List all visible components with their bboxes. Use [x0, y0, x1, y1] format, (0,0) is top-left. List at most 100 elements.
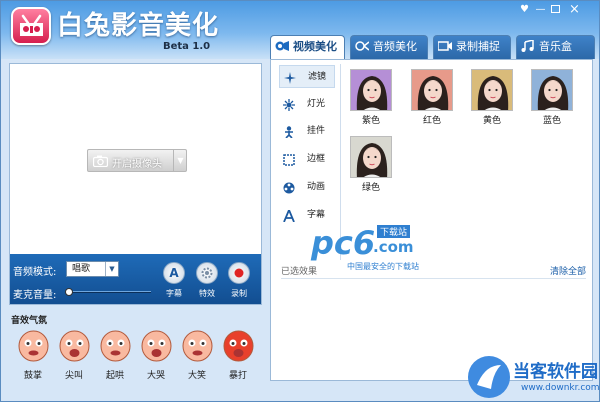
tab-video-beautify[interactable]: 视频美化: [270, 35, 345, 60]
selected-effects-header: 已选效果 清除全部: [281, 264, 586, 279]
camera-preview-panel: 开启摄像头 ▼ 音频模式: 唱歌 ▼ 麦克音量: A 字幕 特效 录制: [9, 63, 262, 305]
tab-audio-beautify[interactable]: 音频美化: [350, 35, 428, 59]
sound-effect-label: 大笑: [187, 371, 206, 381]
cartoon-face-icon: [223, 329, 254, 362]
maximize-button[interactable]: [551, 5, 560, 13]
cartoon-face-icon: [59, 329, 90, 362]
filter-label: 绿色: [361, 183, 380, 193]
portrait-preview-image: [471, 69, 513, 111]
downkr-title: 当客软件园: [513, 362, 598, 382]
downkr-watermark: 当客软件园 www.downkr.com: [467, 353, 600, 401]
gear-icon: [201, 267, 213, 279]
tab-label: 音频美化: [373, 40, 417, 53]
effects-panel: 滤镜 灯光 挂件 边框 动画 字幕 紫色 红色 黄色 蓝色 绿色 pc6 .com 下载站 中国最…: [270, 59, 593, 381]
filter-thumbnail[interactable]: 红色: [411, 69, 453, 131]
sound-effect-label: 暴打: [228, 371, 247, 381]
app-logo-icon: [11, 7, 51, 45]
record-button[interactable]: [228, 262, 250, 284]
sound-effect-item[interactable]: 大笑: [179, 329, 215, 381]
sound-effect-item[interactable]: 尖叫: [56, 329, 92, 381]
portrait-preview-image: [411, 69, 453, 111]
pc6-tld: .com: [373, 238, 414, 256]
filter-label: 紫色: [361, 116, 380, 126]
light-burst-icon: [283, 98, 295, 111]
video-icon: [275, 41, 289, 51]
subtitle-button[interactable]: A: [163, 262, 185, 284]
tab-label: 视频美化: [293, 40, 337, 53]
chevron-down-icon[interactable]: ▼: [173, 150, 187, 171]
camera-icon: [93, 155, 108, 167]
sound-effect-label: 尖叫: [64, 371, 83, 381]
cartoon-face-icon: [100, 329, 131, 362]
side-menu-item[interactable]: 滤镜: [279, 65, 335, 88]
side-menu-label: 挂件: [307, 126, 326, 136]
filter-thumbnail[interactable]: 蓝色: [531, 69, 573, 131]
sound-effect-label: 大哭: [146, 371, 165, 381]
audio-mode-value: 唱歌: [72, 264, 91, 274]
sound-effects-title: 音效气氛: [11, 316, 48, 326]
side-menu-label: 滤镜: [308, 72, 327, 82]
pendant-figure-icon: [283, 125, 295, 139]
mic-volume-knob[interactable]: [65, 288, 73, 296]
filter-thumbnail[interactable]: 紫色: [350, 69, 392, 131]
pc6-brand: pc6: [311, 224, 376, 262]
sound-effect-item[interactable]: 暴打: [220, 329, 256, 381]
side-menu-label: 动画: [307, 182, 326, 192]
portrait-preview-image: [531, 69, 573, 111]
close-button[interactable]: ×: [568, 3, 581, 16]
mic-volume-slider[interactable]: [66, 291, 151, 293]
tab-label: 音乐盒: [539, 40, 572, 53]
audio-mode-label: 音频模式:: [13, 267, 57, 278]
pc6-badge: 下载站: [377, 225, 411, 238]
sound-effect-item[interactable]: 大哭: [138, 329, 174, 381]
side-menu-item[interactable]: 灯光: [279, 93, 335, 116]
portrait-preview-image: [350, 69, 392, 111]
sound-effect-label: 鼓掌: [23, 371, 42, 381]
portrait-preview-image: [350, 136, 392, 178]
film-reel-icon: [283, 181, 295, 194]
letter-a-icon: [283, 207, 295, 223]
clear-all-link[interactable]: 清除全部: [550, 264, 586, 277]
open-camera-label: 开启摄像头: [112, 159, 162, 170]
record-icon: [438, 41, 452, 51]
filter-thumbnail[interactable]: 绿色: [350, 136, 392, 198]
mic-volume-label: 麦克音量:: [13, 290, 57, 301]
side-menu-label: 边框: [307, 154, 326, 164]
selected-effects-label: 已选效果: [281, 267, 318, 277]
filter-label: 黄色: [482, 116, 501, 126]
record-button-label: 录制: [231, 289, 247, 298]
audio-icon: [355, 41, 369, 51]
cartoon-face-icon: [18, 329, 49, 362]
frame-border-icon: [283, 153, 295, 166]
filter-label: 红色: [422, 116, 441, 126]
sound-effect-item[interactable]: 起哄: [97, 329, 133, 381]
record-dot-icon: [234, 268, 244, 278]
filter-sparkle-icon: [284, 71, 296, 84]
minimize-button[interactable]: —: [534, 4, 547, 15]
app-window: 白兔影音美化 Beta 1.0 ♥ — × 视频美化 音频美化 录制捕捉 音乐盒…: [0, 0, 600, 402]
effects-button-label: 特效: [199, 289, 215, 298]
audio-mode-select[interactable]: 唱歌 ▼: [66, 261, 119, 277]
tab-label: 录制捕捉: [456, 40, 500, 53]
side-menu-item[interactable]: 动画: [279, 176, 335, 199]
filter-label: 蓝色: [542, 116, 561, 126]
downkr-url: www.downkr.com: [521, 383, 600, 393]
cartoon-face-icon: [182, 329, 213, 362]
music-note-icon: [521, 40, 534, 52]
downkr-logo-icon: [468, 356, 510, 398]
side-menu-label: 灯光: [307, 99, 326, 109]
sound-effect-item[interactable]: 鼓掌: [15, 329, 51, 381]
open-camera-button[interactable]: 开启摄像头 ▼: [87, 149, 187, 172]
sound-effect-label: 起哄: [105, 371, 124, 381]
app-title: 白兔影音美化: [57, 11, 220, 41]
cartoon-face-icon: [141, 329, 172, 362]
subtitle-button-label: 字幕: [166, 289, 182, 298]
filter-thumbnail[interactable]: 黄色: [471, 69, 513, 131]
tab-music-box[interactable]: 音乐盒: [516, 35, 595, 59]
side-menu-item[interactable]: 挂件: [279, 120, 335, 143]
chevron-down-icon: ▼: [105, 262, 118, 276]
effects-button[interactable]: [196, 262, 218, 284]
side-menu-item[interactable]: 边框: [279, 148, 335, 171]
skin-button[interactable]: ♥: [518, 4, 531, 15]
tab-record-capture[interactable]: 录制捕捉: [433, 35, 511, 59]
